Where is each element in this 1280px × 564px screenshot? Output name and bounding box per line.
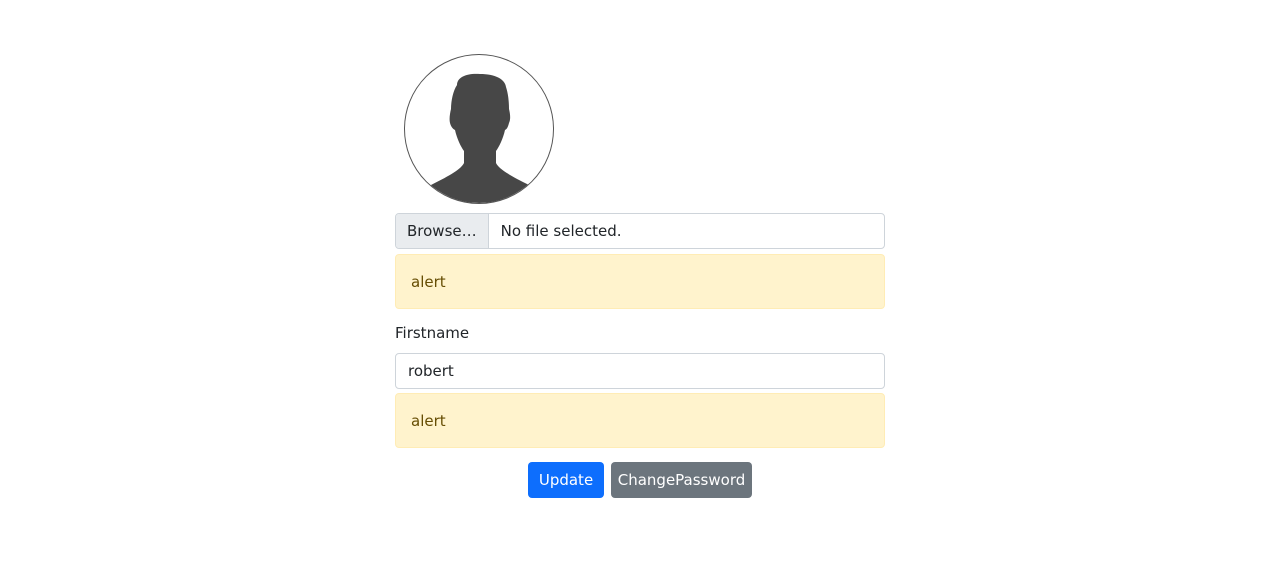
browse-button[interactable]: Browse… (396, 214, 489, 248)
firstname-alert: alert (395, 393, 885, 448)
file-alert: alert (395, 254, 885, 309)
profile-page: Browse… No file selected. alert Firstnam… (0, 0, 1280, 564)
file-input[interactable]: Browse… No file selected. (395, 213, 885, 249)
firstname-label: Firstname (395, 324, 470, 342)
firstname-input[interactable] (395, 353, 885, 389)
file-status-text: No file selected. (500, 222, 622, 240)
change-password-button[interactable]: ChangePassword (611, 462, 752, 498)
user-silhouette-icon (431, 73, 529, 203)
update-button[interactable]: Update (528, 462, 604, 498)
avatar (404, 54, 554, 204)
